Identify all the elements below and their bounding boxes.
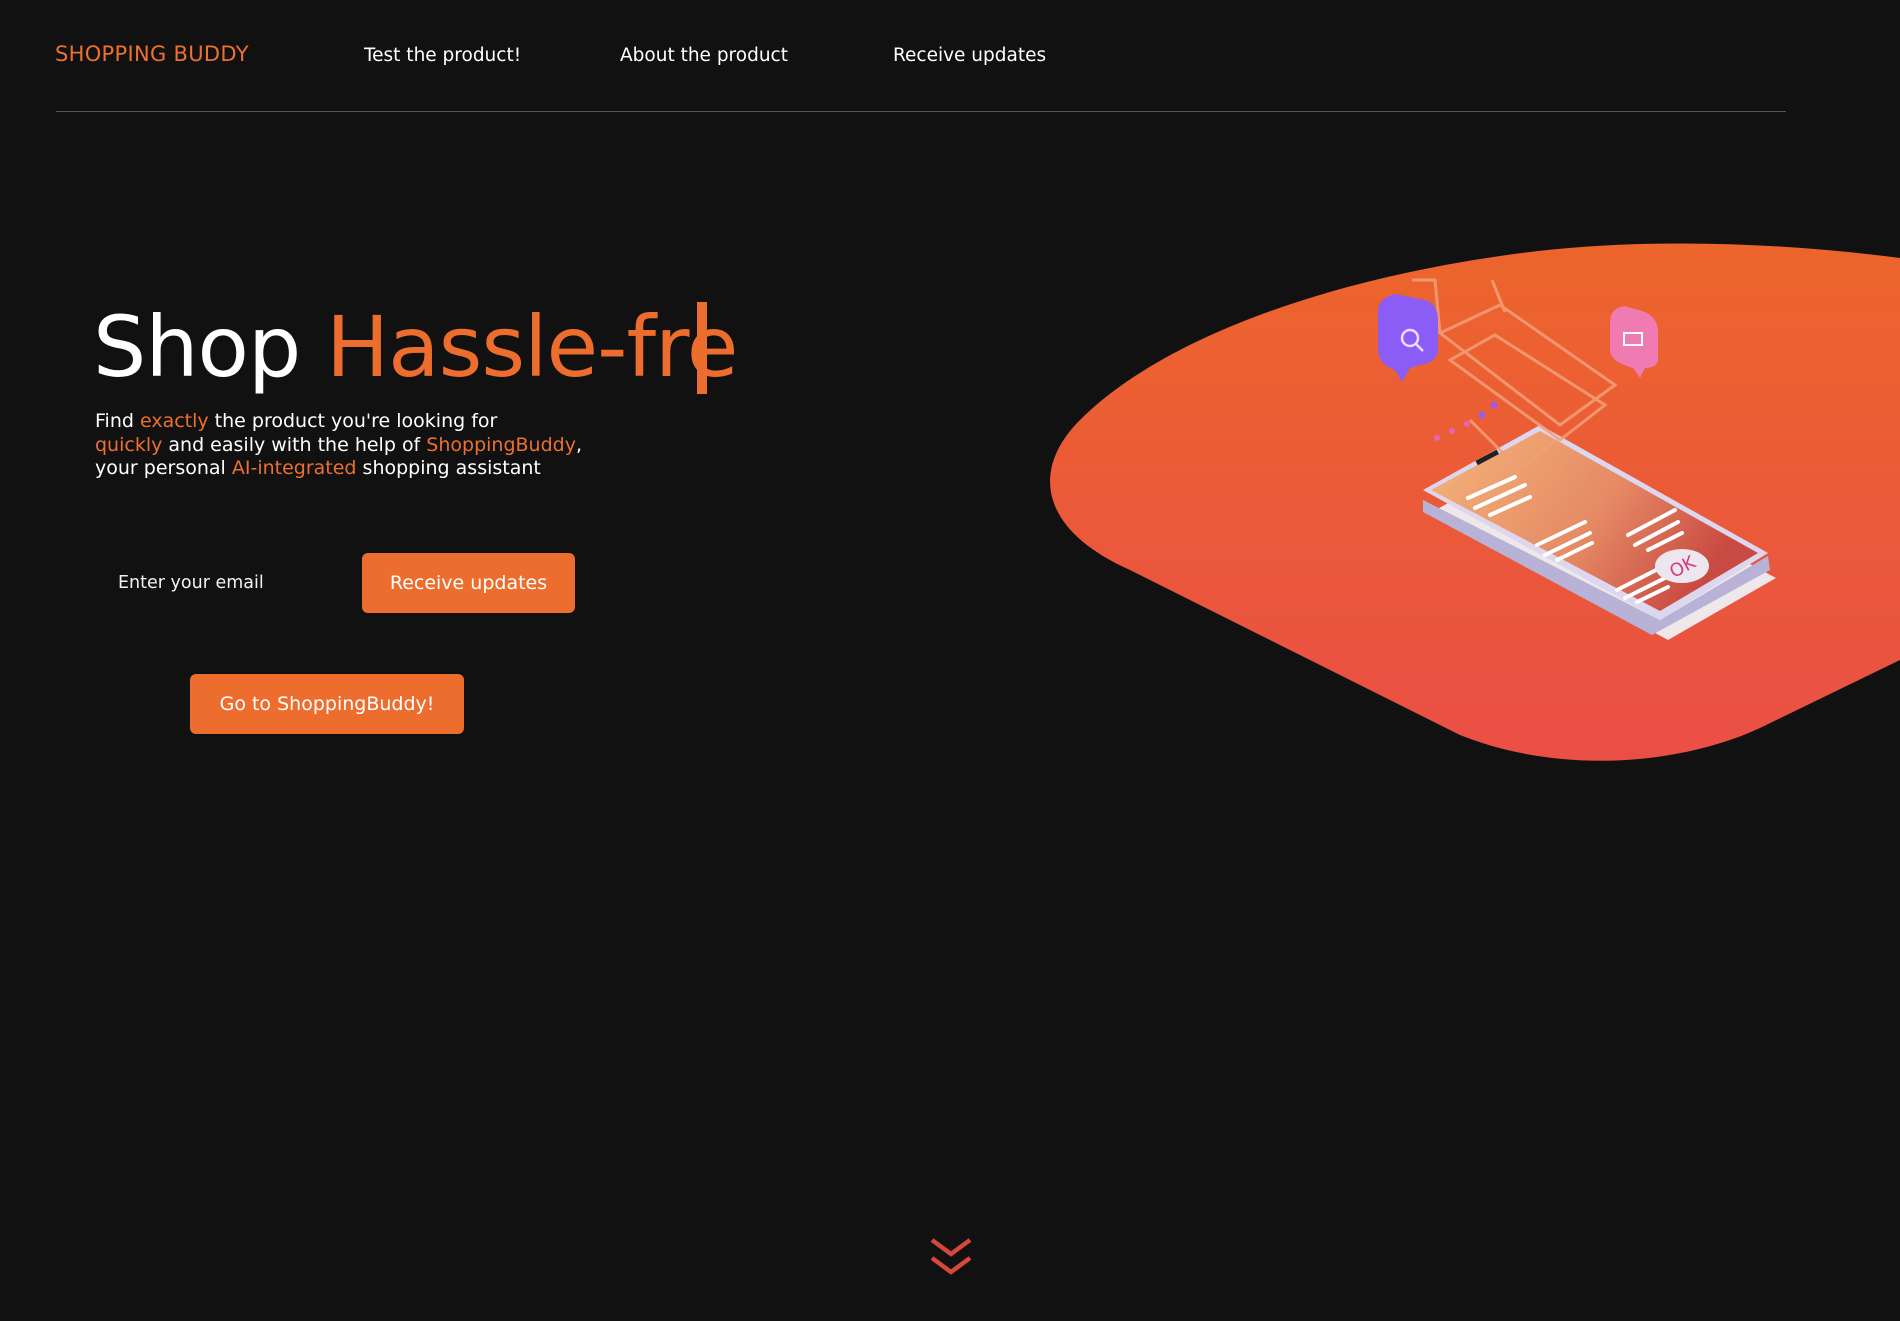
scroll-down-chevron-icon[interactable] (928, 1236, 974, 1280)
hero-illustration: OK (1050, 243, 1900, 761)
